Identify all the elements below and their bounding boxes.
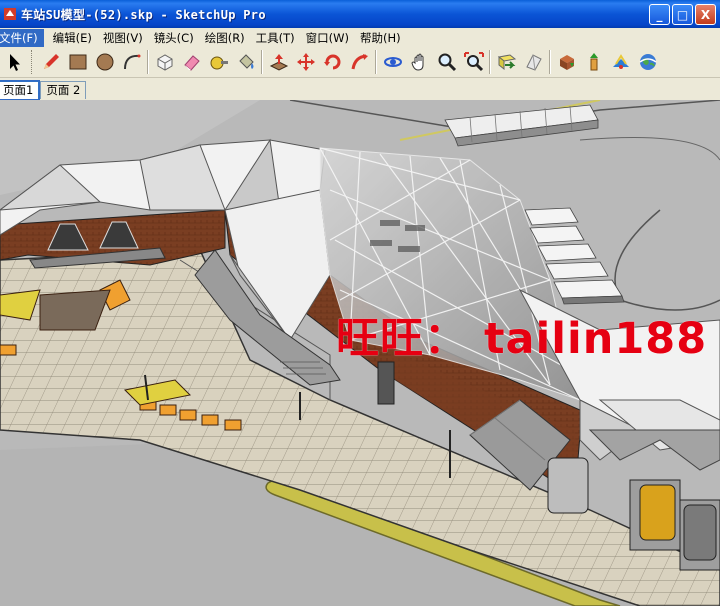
get-models-button[interactable]	[553, 48, 580, 76]
title-bar: 车站SU模型-(52).skp - SketchUp Pro _ □ X	[0, 0, 720, 28]
close-icon: X	[700, 7, 711, 22]
close-button[interactable]: X	[695, 4, 716, 25]
toolbar-separator	[31, 50, 34, 74]
make-component-icon	[157, 54, 172, 71]
menu-view[interactable]: 视图(V)	[98, 29, 149, 47]
zoom-icon	[438, 53, 456, 72]
previous-view-button[interactable]	[493, 48, 520, 76]
toolbar-separator	[549, 50, 551, 74]
pencil-tool-button[interactable]	[37, 48, 64, 76]
menu-edit[interactable]: 编辑(E)	[48, 29, 98, 47]
arc-icon	[123, 54, 140, 70]
menu-draw[interactable]: 绘图(R)	[200, 29, 251, 47]
main-toolbar	[0, 47, 720, 78]
get-models-icon	[559, 55, 574, 70]
maximize-button[interactable]: □	[672, 4, 693, 25]
eraser-icon	[183, 55, 200, 71]
menu-help[interactable]: 帮助(H)	[355, 29, 407, 47]
google-earth-button[interactable]	[634, 48, 661, 76]
extension-warehouse-icon	[612, 54, 629, 69]
pencil-icon	[43, 54, 59, 69]
zoom-extents-icon	[463, 52, 484, 72]
pan-tool-button[interactable]	[406, 48, 433, 76]
paint-bucket-button[interactable]	[232, 48, 259, 76]
share-model-button[interactable]	[580, 48, 607, 76]
push-pull-button[interactable]	[265, 48, 292, 76]
menu-window[interactable]: 窗口(W)	[301, 29, 355, 47]
paint-bucket-icon	[238, 54, 254, 69]
select-tool-button[interactable]	[1, 48, 28, 76]
circle-tool-button[interactable]	[91, 48, 118, 76]
arc-tool-button[interactable]	[118, 48, 145, 76]
rectangle-icon	[69, 54, 86, 70]
menu-camera[interactable]: 镜头(C)	[149, 29, 200, 47]
watermark-text: 旺旺： tailin188	[336, 314, 708, 364]
scene-tab-1[interactable]: 页面1	[0, 80, 41, 100]
rotate-icon	[323, 54, 340, 70]
scene-tab-2[interactable]: 页面 2	[40, 81, 87, 99]
menu-bar: 文件(F) 编辑(E) 视图(V) 镜头(C) 绘图(R) 工具(T) 窗口(W…	[0, 28, 720, 47]
circle-icon	[96, 53, 113, 71]
next-view-icon	[525, 54, 542, 71]
toolbar-separator	[489, 50, 491, 74]
minimize-button[interactable]: _	[649, 4, 670, 25]
google-earth-icon	[639, 54, 656, 70]
model-viewport[interactable]: 旺旺： tailin188	[0, 100, 720, 606]
share-model-icon	[589, 53, 598, 71]
extension-warehouse-button[interactable]	[607, 48, 634, 76]
maximize-icon: □	[676, 7, 689, 22]
sketchup-app-icon[interactable]	[3, 7, 17, 21]
follow-me-button[interactable]	[346, 48, 373, 76]
move-icon	[296, 53, 315, 71]
next-view-button[interactable]	[520, 48, 547, 76]
previous-view-icon	[497, 54, 516, 71]
orbit-icon	[383, 57, 402, 67]
minimize-icon: _	[656, 7, 663, 22]
follow-me-icon	[351, 54, 368, 70]
scene-tabs: 页面1 页面 2	[0, 79, 720, 100]
select-icon	[9, 54, 20, 71]
push-pull-icon	[269, 54, 288, 71]
orbit-tool-button[interactable]	[379, 48, 406, 76]
rotate-tool-button[interactable]	[319, 48, 346, 76]
toolbar-separator	[261, 50, 263, 74]
eraser-tool-button[interactable]	[178, 48, 205, 76]
tape-measure-icon	[210, 56, 228, 70]
rectangle-tool-button[interactable]	[64, 48, 91, 76]
menu-tools[interactable]: 工具(T)	[251, 29, 301, 47]
tape-measure-button[interactable]	[205, 48, 232, 76]
pan-icon	[410, 53, 423, 71]
toolbar-separator	[375, 50, 377, 74]
zoom-extents-button[interactable]	[460, 48, 487, 76]
toolbar-separator	[147, 50, 149, 74]
move-tool-button[interactable]	[292, 48, 319, 76]
make-component-button[interactable]	[151, 48, 178, 76]
window-title: 车站SU模型-(52).skp - SketchUp Pro	[21, 7, 266, 22]
zoom-tool-button[interactable]	[433, 48, 460, 76]
menu-file[interactable]: 文件(F)	[0, 28, 44, 47]
